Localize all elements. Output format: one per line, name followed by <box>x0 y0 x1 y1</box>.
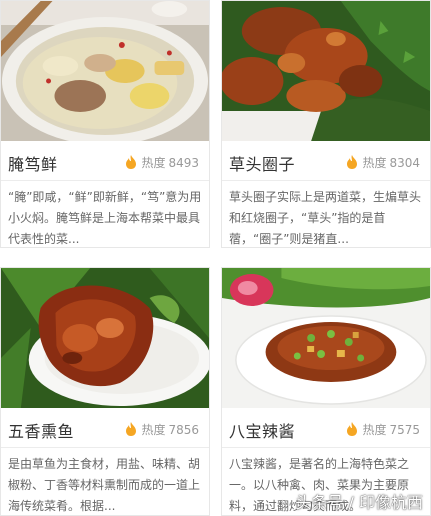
heat-indicator: 热度 8493 <box>125 154 199 172</box>
dish-title-row: 腌笃鲜 热度 8493 <box>1 141 209 181</box>
dish-card[interactable]: 五香熏鱼 热度 7856 是由草鱼为主食材，用盐、味精、胡椒粉、丁香等材料熏制而成… <box>0 267 210 516</box>
dish-card[interactable]: 腌笃鲜 热度 8493 “腌”即咸，“鲜”即新鲜，“笃”意为用小火焖。腌笃鲜是上海… <box>0 0 210 248</box>
watermark: 头条号 / 印像杭西 <box>295 493 423 512</box>
dish-description: 是由草鱼为主食材，用盐、味精、胡椒粉、丁香等材料熏制而成的一道上海传统菜肴。根据… <box>8 457 201 513</box>
flame-icon <box>125 155 137 172</box>
dish-name[interactable]: 五香熏鱼 <box>8 418 74 442</box>
dish-description: 草头圈子实际上是两道菜，生煸草头和红烧圈子，“草头”指的是苜蓿，“圈子”则是猪直… <box>229 190 422 246</box>
dish-grid: 腌笃鲜 热度 8493 “腌”即咸，“鲜”即新鲜，“笃”意为用小火焖。腌笃鲜是上海… <box>0 0 431 516</box>
heat-indicator: 热度 7856 <box>125 421 199 439</box>
dish-description: “腌”即咸，“鲜”即新鲜，“笃”意为用小火焖。腌笃鲜是上海本帮菜中最具代表性的菜… <box>8 190 202 246</box>
dish-name[interactable]: 八宝辣酱 <box>229 418 295 442</box>
heat-label: 热度 <box>362 423 387 437</box>
heat-value: 7575 <box>389 423 420 437</box>
dish-name[interactable]: 腌笃鲜 <box>8 151 58 175</box>
heat-value: 8304 <box>389 156 420 170</box>
heat-value: 7856 <box>168 423 199 437</box>
dish-photo[interactable] <box>1 1 209 141</box>
dish-photo[interactable] <box>222 268 430 408</box>
dish-photo[interactable] <box>1 268 209 408</box>
dish-title-row: 五香熏鱼 热度 7856 <box>1 408 209 448</box>
flame-icon <box>346 422 358 439</box>
dish-name[interactable]: 草头圈子 <box>229 151 295 175</box>
heat-label: 热度 <box>141 423 166 437</box>
flame-icon <box>346 155 358 172</box>
heat-label: 热度 <box>362 156 387 170</box>
heat-indicator: 热度 8304 <box>346 154 420 172</box>
dish-title-row: 草头圈子 热度 8304 <box>222 141 430 181</box>
dish-photo[interactable] <box>222 1 430 141</box>
heat-indicator: 热度 7575 <box>346 421 420 439</box>
flame-icon <box>125 422 137 439</box>
heat-value: 8493 <box>168 156 199 170</box>
dish-title-row: 八宝辣酱 热度 7575 <box>222 408 430 448</box>
heat-label: 热度 <box>141 156 166 170</box>
dish-card[interactable]: 草头圈子 热度 8304 草头圈子实际上是两道菜，生煸草头和红烧圈子，“草头”指的… <box>221 0 431 248</box>
dish-card[interactable]: 八宝辣酱 热度 7575 八宝辣酱，是著名的上海特色菜之一。以八种禽、肉、菜果为主… <box>221 267 431 516</box>
